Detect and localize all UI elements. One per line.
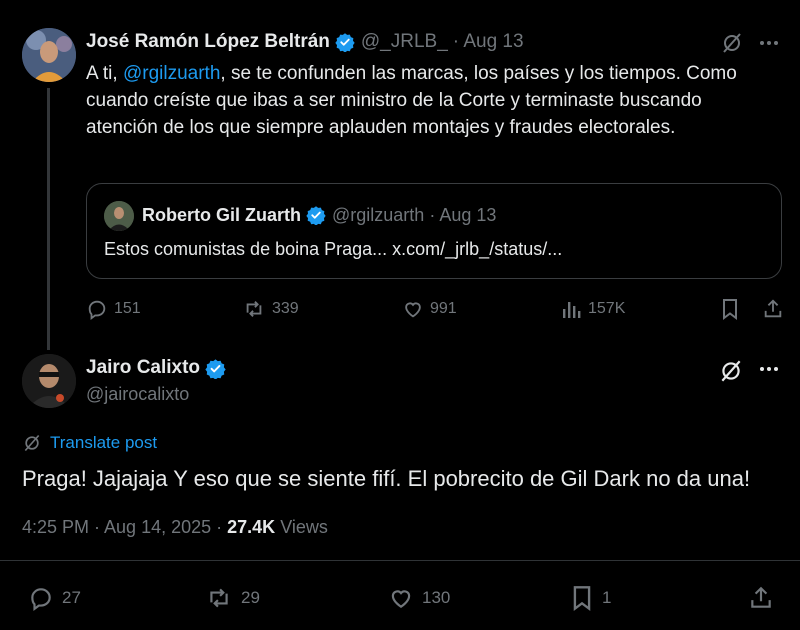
tweet-text: A ti, @rgilzuarth, se te confunden las m… xyxy=(86,60,776,141)
like-icon xyxy=(402,298,424,320)
like-button[interactable]: 130 xyxy=(388,585,450,611)
share-button[interactable] xyxy=(762,298,784,320)
mention-link[interactable]: @rgilzuarth xyxy=(123,63,220,84)
verified-badge-icon[interactable] xyxy=(205,358,226,379)
views-count: 27.4K xyxy=(227,517,276,537)
bookmark-count: 1 xyxy=(602,588,612,607)
quoted-author-name: Roberto Gil Zuarth xyxy=(142,204,301,225)
quoted-date: · Aug 13 xyxy=(429,204,497,225)
tweet-text-prefix: A ti, xyxy=(86,63,123,84)
reply-count: 27 xyxy=(62,588,81,607)
divider xyxy=(0,560,800,561)
repost-icon xyxy=(242,298,266,320)
repost-count: 339 xyxy=(272,300,299,317)
quoted-author-avatar xyxy=(104,201,134,231)
like-count: 991 xyxy=(430,300,457,317)
grok-icon[interactable] xyxy=(720,31,744,55)
author-name[interactable]: José Ramón López Beltrán xyxy=(86,31,330,53)
repost-count: 29 xyxy=(241,588,260,607)
author-name-row: Jairo Calixto xyxy=(86,357,232,379)
author-handle[interactable]: @_JRLB_ xyxy=(361,31,448,53)
translate-icon xyxy=(22,433,42,453)
grok-icon[interactable] xyxy=(718,358,744,384)
views-button[interactable]: 157K xyxy=(562,298,625,320)
reply-button[interactable]: 27 xyxy=(28,585,81,611)
views-count: 157K xyxy=(588,300,626,317)
tweet-actions: 151 339 991 157K xyxy=(86,298,786,324)
tweet-meta: 4:25 PM · Aug 14, 2025 · 27.4K Views xyxy=(22,517,328,538)
translate-post-link[interactable]: Translate post xyxy=(22,433,157,453)
views-label: Views xyxy=(280,517,328,537)
reply-count: 151 xyxy=(114,300,141,317)
quoted-header: Roberto Gil Zuarth @rgilzuarth · Aug 13 xyxy=(142,203,496,227)
author-handle[interactable]: @jairocalixto xyxy=(86,384,189,405)
verified-badge-icon[interactable] xyxy=(335,32,355,52)
more-icon[interactable] xyxy=(758,358,780,380)
repost-button[interactable]: 29 xyxy=(205,585,260,611)
share-icon xyxy=(748,585,774,611)
tweet-date[interactable]: · Aug 13 xyxy=(453,31,524,53)
reply-button[interactable]: 151 xyxy=(86,298,141,320)
verified-badge-icon xyxy=(306,205,326,225)
like-count: 130 xyxy=(422,588,451,607)
tweet-actions: 27 29 130 1 xyxy=(0,585,800,615)
author-avatar[interactable] xyxy=(22,28,76,82)
quoted-text: Estos comunistas de boina Praga... x.com… xyxy=(104,239,563,259)
quoted-tweet[interactable] xyxy=(86,183,782,279)
bookmark-icon xyxy=(720,298,740,320)
repost-button[interactable]: 339 xyxy=(242,298,299,320)
reply-icon xyxy=(86,298,108,320)
author-name[interactable]: Jairo Calixto xyxy=(86,357,200,379)
quoted-author-handle: @rgilzuarth xyxy=(332,204,425,225)
bookmark-button[interactable] xyxy=(720,298,740,320)
more-icon[interactable] xyxy=(758,32,780,54)
bookmark-button[interactable]: 1 xyxy=(570,585,611,611)
like-icon xyxy=(388,585,414,611)
repost-icon xyxy=(205,585,233,611)
like-button[interactable]: 991 xyxy=(402,298,457,320)
tweet-timestamp[interactable]: 4:25 PM · Aug 14, 2025 · xyxy=(22,517,222,538)
bookmark-icon xyxy=(570,585,594,611)
share-button[interactable] xyxy=(748,585,774,611)
thread-line xyxy=(47,88,50,350)
translate-label: Translate post xyxy=(50,433,158,452)
reply-icon xyxy=(28,585,54,611)
tweet-text: Praga! Jajajaja Y eso que se siente fifí… xyxy=(22,466,751,491)
views-icon xyxy=(562,298,582,320)
author-avatar[interactable] xyxy=(22,354,76,408)
share-icon xyxy=(762,298,784,320)
tweet-header: José Ramón López Beltrán @_JRLB_ · Aug 1… xyxy=(86,30,524,54)
